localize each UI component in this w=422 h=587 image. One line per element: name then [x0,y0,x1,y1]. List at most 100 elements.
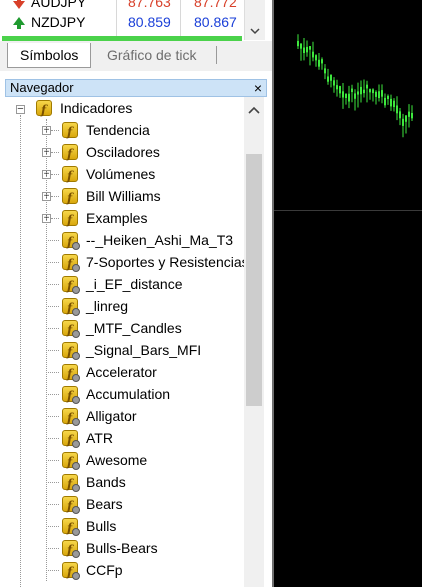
custom-indicator-icon [62,473,80,495]
gear-icon [72,440,80,448]
indicator-folder-icon [62,187,78,209]
candlestick-series [297,34,413,138]
tree-item-label: Bulls-Bears [86,540,158,556]
bid-price: 87.763 [128,0,171,10]
market-watch-tabs: Símbolos Gráfico de tick [0,41,272,71]
tree-item-label: Bulls [86,518,117,534]
gear-icon [72,330,80,338]
indicator-folder-icon [62,165,78,187]
close-icon[interactable]: × [254,80,262,96]
tree-item-label: Bears [86,496,123,512]
candle-body [336,85,338,90]
chevron-up-icon[interactable] [248,105,260,115]
market-watch: AUDJPY 87.763 87.772 NZDJPY 80.859 80.86… [0,0,272,41]
tree-line [46,284,59,285]
collapse-toggle[interactable]: − [16,104,25,115]
custom-indicator-icon [62,275,80,297]
up-arrow-icon [13,17,25,29]
tree-line [20,115,21,587]
ask-price: 80.867 [194,14,237,30]
custom-indicator-icon [62,341,80,363]
tree-line [46,394,59,395]
candle-body [345,93,347,99]
indicator-folder-icon [62,143,78,165]
candle-body [360,86,362,95]
tree-line [46,438,59,439]
tree-item-label: _linreg [86,298,129,314]
gear-icon [72,396,80,404]
custom-indicator-icon [62,231,80,253]
gear-icon [72,264,80,272]
market-watch-scrollbar[interactable] [244,0,265,40]
candle-body [405,115,407,122]
tree-line [46,548,59,549]
gear-icon [72,506,80,514]
custom-indicator-icon [62,539,80,561]
gear-icon [72,528,80,536]
candle-body [312,51,314,58]
tree-line [46,482,59,483]
candle-body [321,59,323,64]
navigator-scrollbar[interactable] [244,97,264,587]
tree-line [46,328,59,329]
tree-line [46,504,59,505]
tree-line [46,119,47,581]
candle-body [375,91,377,97]
market-watch-row[interactable]: NZDJPY 80.859 80.867 [0,12,244,34]
gear-icon [72,286,80,294]
candle-body [396,105,398,114]
indicator-folder-icon [62,209,78,231]
candle-body [303,47,305,53]
chevron-down-icon[interactable] [250,28,260,35]
gear-icon [72,308,80,316]
tree-item-label: --_Heiken_Ashi_Ma_T3 [86,232,234,248]
tab-tick-chart[interactable]: Gráfico de tick [95,43,208,67]
tree-item-label: CCFp [86,562,123,578]
tree-item-label: Indicadores [60,100,133,116]
candle-body [333,80,335,86]
column-divider [180,0,181,40]
custom-indicator-icon [62,297,80,319]
tree-line [51,218,59,219]
tree-line [46,570,59,571]
candle-body [411,112,413,119]
candle-body [315,55,317,61]
tree-line [46,372,59,373]
custom-indicator-icon [62,407,80,429]
tree-item-label: Accelerator [86,364,157,380]
candle-body [330,74,332,81]
candle-body [408,111,410,117]
navigator-tree: − Indicadores +Tendencia+Osciladores+Vol… [5,97,249,587]
tree-item-label: Alligator [86,408,137,424]
candle-body [399,111,401,119]
candle-body [357,91,359,95]
tree-item-label: Bill Williams [86,188,161,204]
gear-icon [72,352,80,360]
tree-item-label: Accumulation [86,386,171,402]
custom-indicator-icon [62,385,80,407]
tree-item-label: Osciladores [86,144,160,160]
tree-line [51,174,59,175]
custom-indicator-icon [62,495,80,517]
candle-body [363,89,365,94]
tree-line [51,196,59,197]
tab-symbols[interactable]: Símbolos [7,43,92,68]
candle-body [378,91,380,99]
price-chart[interactable] [272,0,422,587]
gear-icon [72,418,80,426]
candle-body [402,118,404,126]
tree-item-label: Bands [86,474,126,490]
candle-body [300,43,302,49]
gear-icon [72,462,80,470]
tab-separator [216,46,217,64]
gear-icon [72,242,80,250]
candle-body [393,100,395,108]
gear-icon [72,550,80,558]
ask-price: 87.772 [194,0,237,10]
candle-body [372,89,374,94]
candle-body [369,89,371,93]
candle-body [351,88,353,93]
navigator-title-bar: Navegador × [5,79,267,97]
tree-item-label: _Signal_Bars_MFI [86,342,202,358]
scrollbar-thumb[interactable] [246,154,262,406]
